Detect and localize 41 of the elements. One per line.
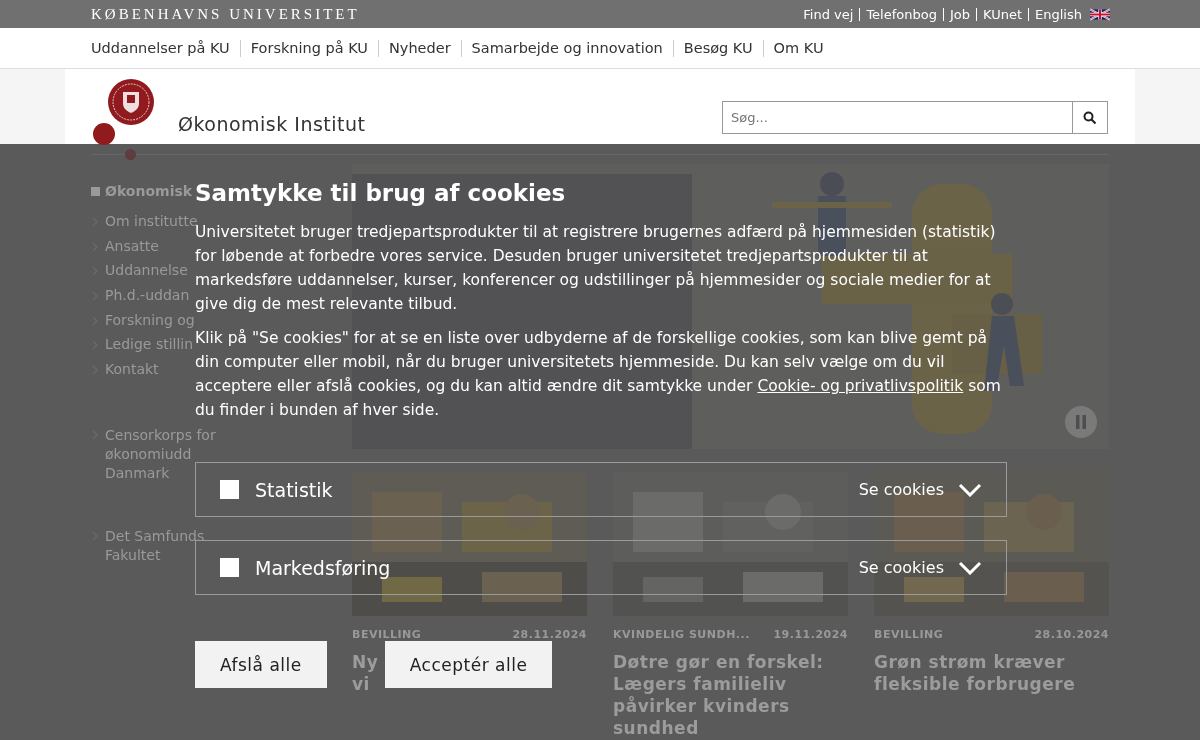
institute-title: Økonomisk Institut — [178, 113, 366, 135]
uk-flag-icon[interactable] — [1090, 7, 1110, 21]
search-field[interactable]: Søg... — [722, 101, 1072, 134]
top-link[interactable]: Job — [942, 7, 976, 21]
top-link[interactable]: English — [1028, 7, 1088, 21]
top-link[interactable]: Telefonbog — [859, 7, 943, 21]
news-category: BEVILLING — [352, 629, 422, 641]
search-button[interactable] — [1072, 101, 1108, 134]
nav-link[interactable]: Nyheder — [378, 39, 461, 57]
dialog-text: Klik på "Se cookies" for at se en liste over udbyderne af de forskellige cookies, som kan blive gemt på din computer eller mobil, når du bruger universitetets hjemmeside. Du kan selv vælge om du vil acceptere eller afslå cookies, og du kan altid ændre dit samtykke under Cookie- og privatlivspolitik som du finder i bunden af hver side. — [195, 328, 1002, 421]
search-icon — [1083, 110, 1097, 125]
accept-all-button[interactable]: Acceptér alle — [384, 641, 553, 688]
see-cookies-button[interactable]: Se cookies — [858, 558, 982, 577]
dialog-title: Samtykke til brug af cookies — [195, 180, 567, 206]
news-title[interactable]: Ny vi — [352, 651, 379, 695]
checkbox[interactable] — [220, 480, 239, 499]
sidebar-item[interactable]: Forskning og — [105, 311, 195, 328]
top-link[interactable]: KUnet — [976, 7, 1029, 21]
news-title[interactable]: Døtre gør en forskel: Lægers familieliv påvirker kvinders sundhed — [613, 651, 824, 739]
reject-all-button[interactable]: Afslå alle — [195, 641, 327, 688]
nav-link[interactable]: Forskning på KU — [239, 39, 378, 57]
news-category: BEVILLING — [874, 629, 944, 641]
nav-link[interactable]: Samarbejde og innovation — [460, 39, 673, 57]
nav-link[interactable]: Uddannelser på KU — [81, 39, 240, 57]
top-link[interactable]: Find vej — [797, 7, 860, 21]
policy-link[interactable]: Cookie- og privatlivspolitik — [757, 377, 964, 395]
news-category: KVINDELIG SUNDH... — [613, 629, 750, 641]
bullet-icon — [91, 186, 100, 196]
see-cookies-button[interactable]: Se cookies — [858, 480, 982, 499]
checkbox[interactable] — [220, 558, 239, 577]
category-label: Markedsføring — [255, 556, 391, 579]
news-date: 28.10.2024 — [1034, 629, 1109, 641]
nav-link[interactable]: Besøg KU — [672, 39, 763, 57]
university-wordmark: KØBENHAVNS UNIVERSITET — [91, 5, 360, 23]
dialog-text: Universitetet bruger tredjepartsprodukter til at registrere brugernes adfærd på hjemmesiden (statistik) for løbende at forbedre vores service. Desuden bruger universitetet tredjepartsprodukter til at markedsføre uddannelser, kurser, konferencer og udstillinger på hjemmesider og sociale medier for at give dig de mest relevante tilbud. — [195, 223, 997, 315]
nav-link[interactable]: Om KU — [762, 39, 834, 57]
news-date: 19.11.2024 — [773, 629, 848, 641]
news-date: 28.11.2024 — [512, 629, 587, 641]
logo-dot — [125, 149, 136, 160]
category-label: Statistik — [255, 478, 333, 501]
news-title[interactable]: Grøn strøm kræver fleksible forbrugere — [874, 651, 1076, 695]
